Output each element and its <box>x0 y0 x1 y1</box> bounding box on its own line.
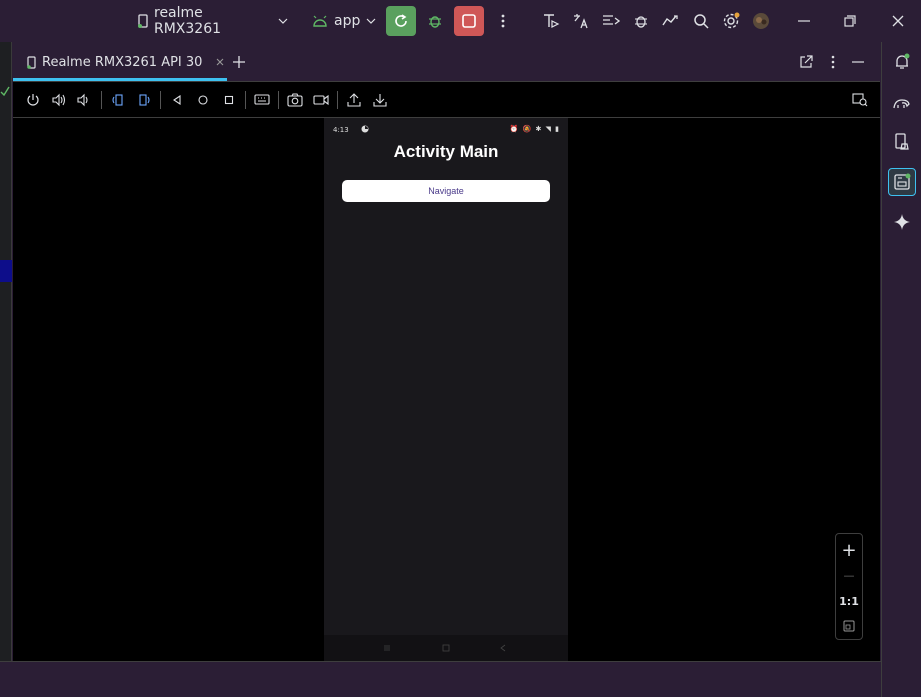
debug-icon <box>427 13 443 29</box>
minimize-button[interactable] <box>790 7 818 35</box>
android-icon <box>312 15 328 27</box>
phone-icon <box>27 55 36 69</box>
menu-key-icon[interactable] <box>381 642 393 654</box>
api-button[interactable] <box>537 7 565 35</box>
avatar[interactable] <box>747 7 775 35</box>
running-devices-panel: Realme RMX3261 API 30 4:13 ⏰ 🔕 ✱ ◥ ▮ Act… <box>13 42 880 661</box>
device-toolbar <box>13 82 880 118</box>
close-window-button[interactable] <box>884 7 912 35</box>
more-icon[interactable] <box>831 55 835 69</box>
page-title: Activity Main <box>393 142 499 161</box>
close-tab-icon[interactable] <box>216 58 224 66</box>
device-viewport: 4:13 ⏰ 🔕 ✱ ◥ ▮ Activity Main Navigate + … <box>13 118 880 661</box>
more-icon <box>501 14 505 28</box>
gradle-icon[interactable] <box>888 88 916 116</box>
zoom-in-button[interactable]: + <box>836 539 862 561</box>
screenshot-icon[interactable] <box>285 90 305 110</box>
check-mark <box>0 86 10 96</box>
api-icon <box>542 13 560 29</box>
gemini-icon[interactable] <box>888 208 916 236</box>
sync-icon <box>661 13 681 29</box>
translate-button[interactable] <box>567 7 595 35</box>
tab-label: Realme RMX3261 API 30 <box>42 54 203 70</box>
status-icons: ⏰ 🔕 ✱ ◥ ▮ <box>509 125 560 133</box>
overview-icon[interactable] <box>219 90 239 110</box>
device-label: realme RMX3261 <box>154 5 222 37</box>
rotate-right-icon[interactable] <box>134 90 154 110</box>
home-key-icon[interactable] <box>440 642 452 654</box>
notifications-icon[interactable] <box>888 48 916 76</box>
sync-button[interactable] <box>657 7 685 35</box>
open-external-icon[interactable] <box>799 55 813 69</box>
device-selector[interactable]: realme RMX3261 <box>138 5 288 37</box>
stop-button[interactable] <box>454 6 484 36</box>
phone-nav-bar <box>324 635 568 661</box>
settings-icon <box>722 12 740 30</box>
volume-up-icon[interactable] <box>49 90 69 110</box>
back-icon[interactable] <box>167 90 187 110</box>
download-icon[interactable] <box>370 90 390 110</box>
restore-icon <box>844 15 856 27</box>
format-button[interactable] <box>597 7 625 35</box>
selection-marker <box>0 260 12 282</box>
run-config-selector[interactable]: app <box>312 6 376 36</box>
translate-icon <box>572 13 590 29</box>
tab-device[interactable]: Realme RMX3261 API 30 <box>13 42 227 82</box>
phone-icon <box>138 14 148 28</box>
chevron-down-icon <box>366 18 376 24</box>
minimize-icon <box>798 20 810 22</box>
power-icon[interactable] <box>23 90 43 110</box>
format-icon <box>602 14 620 28</box>
profiler-button[interactable] <box>627 7 655 35</box>
right-tool-rail <box>881 42 921 697</box>
rerun-icon <box>393 13 409 29</box>
status-time: 4:13 <box>333 126 349 134</box>
status-footer <box>0 661 881 697</box>
active-tab-indicator <box>13 78 227 81</box>
back-key-icon[interactable] <box>497 642 509 654</box>
device-manager-icon[interactable] <box>888 128 916 156</box>
running-devices-icon[interactable] <box>888 168 916 196</box>
app-notification-icon <box>361 125 369 133</box>
close-icon <box>892 15 904 27</box>
config-label: app <box>334 13 361 29</box>
upload-icon[interactable] <box>344 90 364 110</box>
rerun-button[interactable] <box>386 6 416 36</box>
stop-icon <box>462 14 476 28</box>
settings-button[interactable] <box>717 7 745 35</box>
debug-button[interactable] <box>421 7 449 35</box>
restore-button[interactable] <box>836 7 864 35</box>
navigate-button[interactable]: Navigate <box>342 180 550 202</box>
device-tab-bar: Realme RMX3261 API 30 <box>13 42 880 82</box>
bug-icon <box>633 13 649 29</box>
title-bar: realme RMX3261 app <box>0 0 921 42</box>
zoom-fit-button[interactable] <box>836 615 862 637</box>
add-tab-icon[interactable] <box>232 55 246 69</box>
home-icon[interactable] <box>193 90 213 110</box>
search-icon <box>693 13 709 29</box>
rotate-left-icon[interactable] <box>108 90 128 110</box>
phone-screen[interactable]: 4:13 ⏰ 🔕 ✱ ◥ ▮ Activity Main Navigate <box>324 118 568 661</box>
chevron-down-icon <box>278 18 288 24</box>
search-button[interactable] <box>687 7 715 35</box>
zoom-controls: + — 1:1 <box>835 533 863 640</box>
volume-down-icon[interactable] <box>74 90 94 110</box>
screenrecord-icon[interactable] <box>311 90 331 110</box>
keyboard-icon[interactable] <box>252 90 272 110</box>
more-button[interactable] <box>489 7 517 35</box>
hide-panel-icon[interactable] <box>852 61 864 63</box>
zoom-1to1-button[interactable]: 1:1 <box>836 590 862 612</box>
zoom-out-button[interactable]: — <box>836 564 862 586</box>
editor-edge <box>0 42 12 661</box>
device-explorer-icon[interactable] <box>850 90 870 110</box>
status-bar: 4:13 ⏰ 🔕 ✱ ◥ ▮ <box>324 118 568 140</box>
